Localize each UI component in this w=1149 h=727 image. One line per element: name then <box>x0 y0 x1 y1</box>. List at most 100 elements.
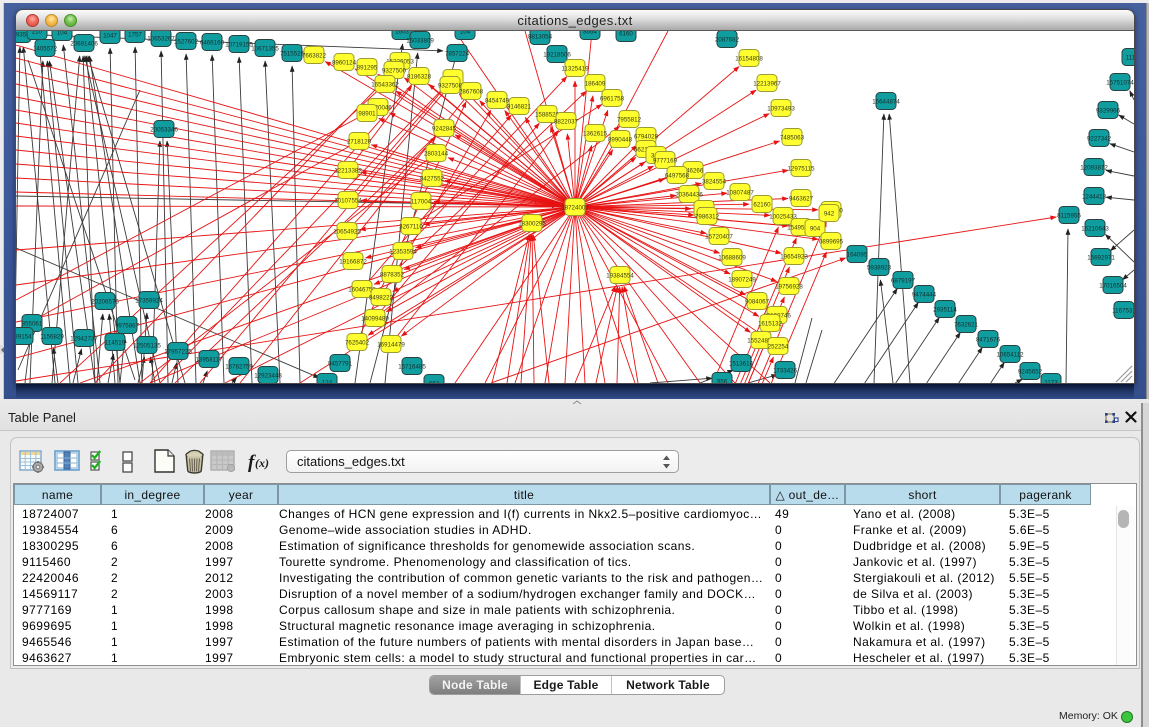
svg-text:7857224: 7857224 <box>445 51 470 58</box>
svg-text:10688609: 10688609 <box>718 255 746 262</box>
svg-text:9777169: 9777169 <box>653 158 678 165</box>
svg-text:1405572: 1405572 <box>33 46 58 53</box>
svg-text:2087682: 2087682 <box>715 37 740 44</box>
svg-text:17016504: 17016504 <box>1099 283 1127 290</box>
svg-text:1117: 1117 <box>1126 55 1134 62</box>
svg-text:16033809: 16033809 <box>406 38 434 45</box>
svg-text:8186328: 8186328 <box>407 74 432 81</box>
svg-text:62160: 62160 <box>753 202 771 209</box>
svg-text:956: 956 <box>717 379 728 384</box>
svg-text:1244413: 1244413 <box>1082 194 1107 201</box>
svg-text:9227342: 9227342 <box>1087 136 1112 143</box>
svg-text:6879197: 6879197 <box>891 278 916 285</box>
svg-text:9146821: 9146821 <box>507 104 532 111</box>
svg-text:9975867: 9975867 <box>115 323 140 330</box>
svg-text:117004: 117004 <box>411 199 432 206</box>
svg-text:663: 663 <box>429 381 440 384</box>
svg-text:7663822: 7663822 <box>302 53 327 60</box>
svg-text:3267110: 3267110 <box>399 224 423 231</box>
svg-text:19756928: 19756928 <box>775 284 803 291</box>
svg-text:16782759: 16782759 <box>225 364 253 371</box>
svg-text:104: 104 <box>460 31 471 36</box>
svg-text:10807487: 10807487 <box>726 190 754 197</box>
svg-text:9463627: 9463627 <box>789 196 814 203</box>
svg-text:16210643: 16210643 <box>1081 226 1109 233</box>
svg-text:12213967: 12213967 <box>753 81 781 88</box>
svg-text:7625402: 7625402 <box>345 340 370 347</box>
svg-text:20691406: 20691406 <box>70 41 98 48</box>
svg-text:1047: 1047 <box>103 33 117 40</box>
svg-text:16914479: 16914479 <box>377 342 405 349</box>
svg-text:18724007: 18724007 <box>561 205 589 212</box>
svg-text:19218506: 19218506 <box>543 52 571 59</box>
svg-text:17957225: 17957225 <box>164 349 192 356</box>
svg-text:1527602: 1527602 <box>174 39 199 46</box>
svg-text:7485063: 7485063 <box>780 135 805 142</box>
svg-text:904: 904 <box>810 226 821 233</box>
svg-text:2718120: 2718120 <box>347 139 372 146</box>
svg-text:104: 104 <box>57 31 68 37</box>
svg-text:18300295: 18300295 <box>518 221 546 228</box>
svg-text:7632621: 7632621 <box>954 322 979 329</box>
svg-text:2803144: 2803144 <box>424 151 449 158</box>
svg-text:15692971: 15692971 <box>1087 255 1115 262</box>
svg-text:12942737: 12942737 <box>70 336 98 343</box>
svg-text:9457791: 9457791 <box>328 361 353 368</box>
svg-text:8498222: 8498222 <box>369 295 394 302</box>
svg-text:0899695: 0899695 <box>819 239 844 246</box>
svg-text:186409: 186409 <box>585 81 606 88</box>
svg-text:7515526: 7515526 <box>280 51 305 58</box>
svg-text:6497568: 6497568 <box>665 173 690 180</box>
svg-text:6961758: 6961758 <box>600 96 625 103</box>
svg-text:124: 124 <box>322 380 333 384</box>
svg-text:12505135: 12505135 <box>133 343 161 350</box>
svg-text:17359924: 17359924 <box>135 298 163 305</box>
svg-text:1167531: 1167531 <box>1112 308 1134 315</box>
svg-text:10654112: 10654112 <box>996 352 1024 359</box>
svg-text:7955812: 7955812 <box>617 117 642 124</box>
svg-text:5938923: 5938923 <box>867 265 892 272</box>
svg-text:855061: 855061 <box>22 321 43 328</box>
svg-text:252254: 252254 <box>768 344 789 351</box>
svg-text:1757: 1757 <box>128 32 142 39</box>
svg-text:942: 942 <box>824 211 835 218</box>
svg-text:12923448: 12923448 <box>254 373 282 380</box>
svg-text:1156829: 1156829 <box>40 334 64 341</box>
svg-text:8990448: 8990448 <box>608 137 633 144</box>
svg-text:210: 210 <box>32 31 43 36</box>
svg-text:12975115: 12975115 <box>787 166 815 173</box>
svg-text:19654923: 19654923 <box>780 254 808 261</box>
svg-text:19384554: 19384554 <box>606 273 634 280</box>
svg-text:3824554: 3824554 <box>702 179 727 186</box>
svg-text:1173: 1173 <box>1044 380 1058 384</box>
svg-text:98901: 98901 <box>358 111 376 118</box>
svg-text:8454749: 8454749 <box>485 98 510 105</box>
svg-text:164095: 164095 <box>847 252 868 259</box>
svg-text:15720407: 15720407 <box>705 234 733 241</box>
svg-text:1603: 1603 <box>395 31 409 36</box>
svg-text:10654925: 10654925 <box>333 229 361 236</box>
svg-text:19166872: 19166872 <box>339 259 367 266</box>
svg-text:9327500: 9327500 <box>382 68 407 75</box>
svg-text:16644874: 16644874 <box>872 99 900 106</box>
svg-text:2935114: 2935114 <box>933 307 957 314</box>
svg-text:10719155: 10719155 <box>225 42 253 49</box>
svg-text:10653267: 10653267 <box>147 36 175 43</box>
svg-text:9084067: 9084067 <box>745 299 770 306</box>
svg-text:7986312: 7986312 <box>695 214 720 221</box>
svg-text:891295: 891295 <box>357 65 378 72</box>
svg-text:(x): (x) <box>255 456 269 470</box>
svg-text:1615132: 1615132 <box>758 321 783 328</box>
svg-text:10107554: 10107554 <box>334 198 362 205</box>
svg-text:20206576: 20206576 <box>91 299 119 306</box>
svg-text:11325419: 11325419 <box>561 66 589 73</box>
svg-text:9245652: 9245652 <box>1018 369 1043 376</box>
svg-text:9474444: 9474444 <box>912 292 937 299</box>
svg-text:1733426: 1733426 <box>773 368 798 375</box>
svg-text:8878352: 8878352 <box>380 272 405 279</box>
svg-text:8115955: 8115955 <box>1057 213 1081 220</box>
svg-text:15751074: 15751074 <box>1106 80 1134 87</box>
svg-text:6160: 6160 <box>619 31 633 38</box>
svg-text:16154808: 16154808 <box>735 56 763 63</box>
svg-text:16543362: 16543362 <box>371 82 399 89</box>
